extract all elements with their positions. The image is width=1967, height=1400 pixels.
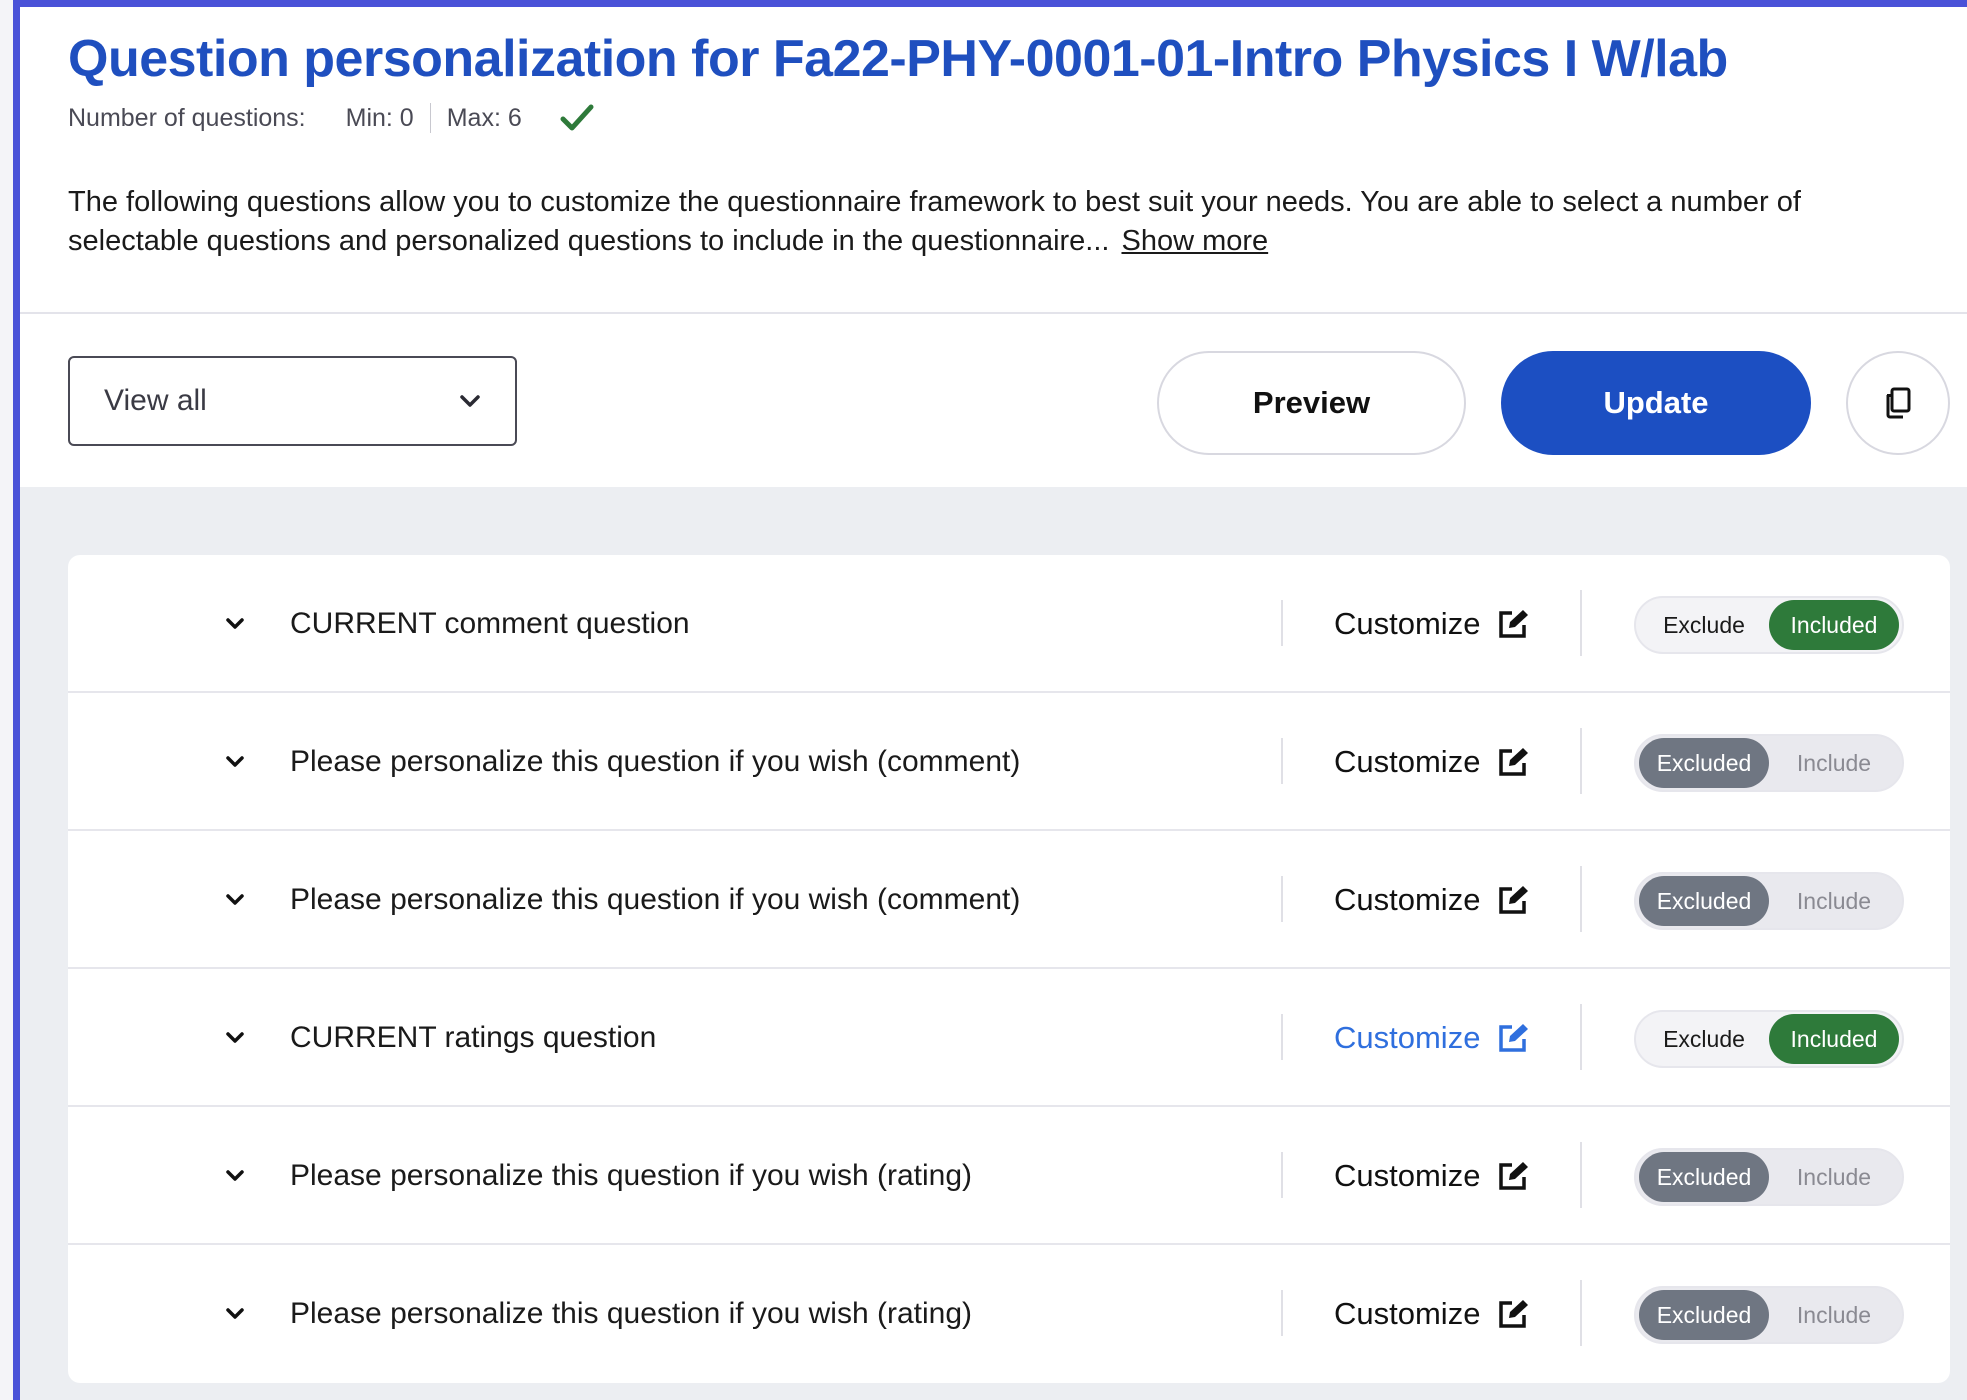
question-row: Please personalize this question if you … xyxy=(68,831,1950,969)
include-option[interactable]: Include xyxy=(1769,1290,1899,1340)
chevron-down-icon xyxy=(460,395,480,407)
page-title: Question personalization for Fa22-PHY-00… xyxy=(68,30,1728,88)
excluded-option[interactable]: Excluded xyxy=(1639,1152,1769,1202)
page-header: Question personalization for Fa22-PHY-00… xyxy=(20,7,1967,305)
customize-button[interactable]: Customize xyxy=(1334,831,1530,969)
questions-list: CURRENT comment question Customize Exclu… xyxy=(68,555,1950,1383)
divider xyxy=(1281,876,1283,922)
question-text: Please personalize this question if you … xyxy=(290,1297,973,1330)
question-personalization-panel: Question personalization for Fa22-PHY-00… xyxy=(13,0,1967,1400)
chevron-down-icon[interactable] xyxy=(225,1307,245,1320)
customize-label: Customize xyxy=(1334,606,1481,641)
include-option[interactable]: Include xyxy=(1769,876,1899,926)
toolbar: View all Preview Update xyxy=(20,312,1967,489)
customize-label: Customize xyxy=(1334,1020,1481,1055)
divider xyxy=(1580,1004,1582,1070)
description: The following questions allow you to cus… xyxy=(68,183,1908,261)
include-toggle: Excluded Include xyxy=(1634,1148,1904,1206)
question-row: Please personalize this question if you … xyxy=(68,1107,1950,1245)
divider xyxy=(1281,1290,1283,1336)
question-row: Please personalize this question if you … xyxy=(68,693,1950,831)
min-count: Min: 0 xyxy=(345,103,414,132)
divider xyxy=(1580,590,1582,656)
customize-button[interactable]: Customize xyxy=(1334,1245,1530,1383)
description-text: The following questions allow you to cus… xyxy=(68,186,1801,257)
questions-area: CURRENT comment question Customize Exclu… xyxy=(20,487,1967,1400)
divider xyxy=(1580,1142,1582,1208)
customize-label: Customize xyxy=(1334,882,1481,917)
divider xyxy=(1580,728,1582,794)
divider xyxy=(1580,866,1582,932)
divider xyxy=(1281,600,1283,646)
copy-button[interactable] xyxy=(1846,351,1950,455)
question-text: Please personalize this question if you … xyxy=(290,883,1021,916)
num-questions-label: Number of questions: xyxy=(68,103,306,132)
edit-icon xyxy=(1499,1162,1529,1190)
chevron-down-icon[interactable] xyxy=(225,1169,245,1182)
excluded-option[interactable]: Excluded xyxy=(1639,738,1769,788)
max-count: Max: 6 xyxy=(446,103,522,132)
customize-button[interactable]: Customize xyxy=(1334,1107,1530,1245)
question-row: CURRENT ratings question Customize Exclu… xyxy=(68,969,1950,1107)
chevron-down-icon[interactable] xyxy=(225,893,245,906)
copy-icon xyxy=(1886,387,1911,419)
customize-label: Customize xyxy=(1334,744,1481,779)
excluded-option[interactable]: Excluded xyxy=(1639,1290,1769,1340)
view-filter-value: View all xyxy=(104,384,207,417)
question-text: Please personalize this question if you … xyxy=(290,745,1021,778)
show-more-link[interactable]: Show more xyxy=(1121,225,1268,257)
update-button[interactable]: Update xyxy=(1501,351,1811,455)
include-option[interactable]: Include xyxy=(1769,1152,1899,1202)
question-row: Please personalize this question if you … xyxy=(68,1245,1950,1383)
chevron-down-icon[interactable] xyxy=(225,617,245,630)
exclude-option[interactable]: Exclude xyxy=(1639,1014,1769,1064)
edit-icon xyxy=(1499,610,1529,638)
include-toggle: Excluded Include xyxy=(1634,872,1904,930)
customize-button[interactable]: Customize xyxy=(1334,555,1530,693)
divider xyxy=(1281,1152,1283,1198)
included-option[interactable]: Included xyxy=(1769,600,1899,650)
include-toggle: Excluded Include xyxy=(1634,734,1904,792)
customize-label: Customize xyxy=(1334,1158,1481,1193)
divider xyxy=(429,103,431,133)
question-text: Please personalize this question if you … xyxy=(290,1159,973,1192)
edit-icon xyxy=(1499,748,1529,776)
customize-label: Customize xyxy=(1334,1296,1481,1331)
customize-button[interactable]: Customize xyxy=(1334,693,1530,831)
included-option[interactable]: Included xyxy=(1769,1014,1899,1064)
check-icon xyxy=(560,104,594,131)
question-count-info: Number of questions: Min: 0 Max: 6 xyxy=(68,103,594,133)
excluded-option[interactable]: Excluded xyxy=(1639,876,1769,926)
chevron-down-icon[interactable] xyxy=(225,1031,245,1044)
divider xyxy=(1281,738,1283,784)
exclude-option[interactable]: Exclude xyxy=(1639,600,1769,650)
preview-button[interactable]: Preview xyxy=(1157,351,1466,455)
include-toggle: Excluded Include xyxy=(1634,1286,1904,1344)
include-toggle: Exclude Included xyxy=(1634,596,1904,654)
edit-icon xyxy=(1499,1024,1529,1052)
edit-icon xyxy=(1499,886,1529,914)
include-toggle: Exclude Included xyxy=(1634,1010,1904,1068)
divider xyxy=(1580,1280,1582,1346)
chevron-down-icon[interactable] xyxy=(225,755,245,768)
question-row: CURRENT comment question Customize Exclu… xyxy=(68,555,1950,693)
customize-button[interactable]: Customize xyxy=(1334,969,1530,1107)
question-text: CURRENT comment question xyxy=(290,607,690,640)
question-text: CURRENT ratings question xyxy=(290,1021,657,1054)
edit-icon xyxy=(1499,1300,1529,1328)
include-option[interactable]: Include xyxy=(1769,738,1899,788)
divider xyxy=(1281,1014,1283,1060)
view-filter-select[interactable]: View all xyxy=(68,356,517,446)
